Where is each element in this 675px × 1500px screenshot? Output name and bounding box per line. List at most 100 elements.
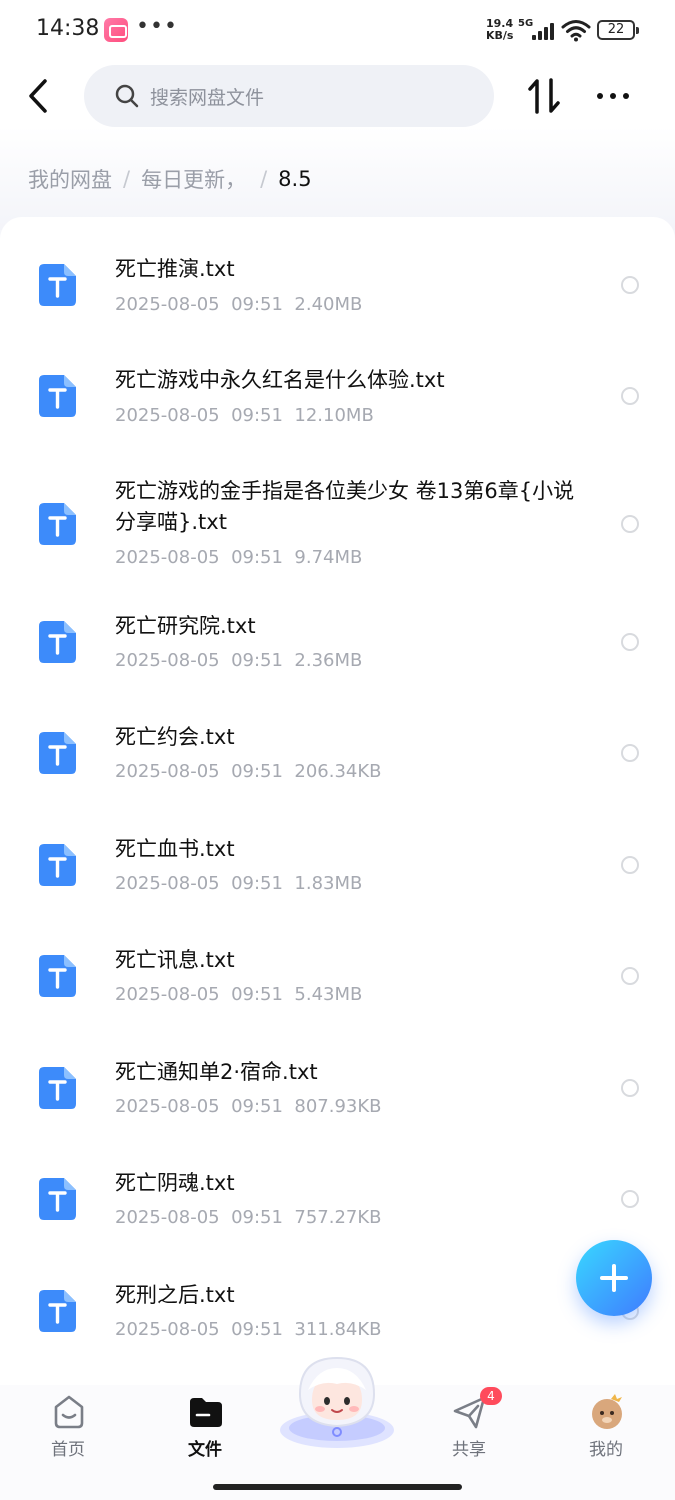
file-meta: 2025-08-05 09:51 1.83MB xyxy=(115,872,362,896)
more-notifications-icon: ••• xyxy=(136,14,178,39)
network-speed: 19.4 KB/s xyxy=(486,18,513,42)
status-time: 14:38 xyxy=(36,16,100,41)
network-speed-unit: KB/s xyxy=(486,29,514,42)
file-size: 5.43MB xyxy=(294,984,363,1005)
file-time: 09:51 xyxy=(231,873,283,894)
file-size: 757.27KB xyxy=(294,1207,382,1228)
wifi-icon xyxy=(561,20,591,42)
file-name: 死亡血书.txt xyxy=(115,837,235,861)
file-time: 09:51 xyxy=(231,1319,283,1340)
more-options-icon[interactable] xyxy=(593,78,633,114)
file-meta: 2025-08-05 09:51 206.34KB xyxy=(115,760,382,784)
file-name: 死亡讯息.txt xyxy=(115,948,235,972)
breadcrumb-separator: / xyxy=(123,167,131,191)
file-time: 09:51 xyxy=(231,294,283,315)
status-bar: 14:38 ••• 19.4 KB/s 5G 22 xyxy=(0,0,675,62)
file-date: 2025-08-05 xyxy=(115,294,220,315)
file-date: 2025-08-05 xyxy=(115,547,220,568)
nav-item-home[interactable]: 首页 xyxy=(23,1393,113,1463)
text-file-icon xyxy=(39,264,76,306)
share-badge: 4 xyxy=(480,1387,502,1405)
battery-indicator: 22 xyxy=(597,20,639,40)
breadcrumb: 我的网盘 / 每日更新， / 8.5 xyxy=(28,164,312,194)
file-name: 死亡阴魂.txt xyxy=(115,1171,235,1195)
text-file-icon xyxy=(39,1178,76,1220)
file-name: 死亡约会.txt xyxy=(115,725,235,749)
file-date: 2025-08-05 xyxy=(115,1319,220,1340)
file-date: 2025-08-05 xyxy=(115,405,220,426)
assistant-mascot-button[interactable] xyxy=(278,1354,396,1450)
nav-label-home: 首页 xyxy=(51,1440,85,1460)
file-name: 死亡推演.txt xyxy=(115,257,235,281)
file-meta: 2025-08-05 09:51 807.93KB xyxy=(115,1095,382,1119)
text-file-icon xyxy=(39,503,76,545)
text-file-icon xyxy=(39,732,76,774)
file-time: 09:51 xyxy=(231,650,283,671)
file-name: 死亡游戏中永久红名是什么体验.txt xyxy=(115,368,445,392)
app-notification-icon xyxy=(104,18,128,42)
nav-item-share[interactable]: 4 共享 xyxy=(424,1387,514,1463)
nav-item-files[interactable]: 文件 xyxy=(160,1393,250,1463)
file-date: 2025-08-05 xyxy=(115,761,220,782)
file-date: 2025-08-05 xyxy=(115,984,220,1005)
file-size: 807.93KB xyxy=(294,1096,382,1117)
file-name: 死亡研究院.txt xyxy=(115,614,256,638)
file-meta: 2025-08-05 09:51 2.40MB xyxy=(115,293,362,317)
file-size: 12.10MB xyxy=(294,405,374,426)
file-size: 311.84KB xyxy=(294,1319,382,1340)
select-checkbox[interactable] xyxy=(621,744,639,762)
avatar xyxy=(592,1394,622,1429)
search-placeholder: 搜索网盘文件 xyxy=(150,86,265,109)
signal-icon xyxy=(530,22,554,40)
breadcrumb-item-folder[interactable]: 每日更新， xyxy=(141,164,246,194)
file-list: 死亡推演.txt 2025-08-05 09:51 2.40MB 死亡游戏中永久… xyxy=(0,217,675,1397)
folder-icon xyxy=(190,1398,222,1427)
text-file-icon xyxy=(39,1067,76,1109)
select-checkbox[interactable] xyxy=(621,276,639,294)
file-time: 09:51 xyxy=(231,1207,283,1228)
select-checkbox[interactable] xyxy=(621,515,639,533)
breadcrumb-item-root[interactable]: 我的网盘 xyxy=(28,164,112,194)
home-icon xyxy=(54,1395,84,1429)
text-file-icon xyxy=(39,375,76,417)
file-name: 死亡游戏的金手指是各位美少女 卷13第6章{小说分享喵}.txt xyxy=(115,479,575,534)
select-checkbox[interactable] xyxy=(621,856,639,874)
text-file-icon xyxy=(39,1290,76,1332)
nav-label-mine: 我的 xyxy=(589,1440,623,1460)
file-time: 09:51 xyxy=(231,761,283,782)
text-file-icon xyxy=(39,621,76,663)
search-icon xyxy=(115,84,139,108)
file-name: 死亡通知单2·宿命.txt xyxy=(115,1060,318,1084)
select-checkbox[interactable] xyxy=(621,633,639,651)
file-meta: 2025-08-05 09:51 12.10MB xyxy=(115,404,374,428)
file-meta: 2025-08-05 09:51 9.74MB xyxy=(115,546,362,570)
file-size: 2.36MB xyxy=(294,650,363,671)
nav-item-mine[interactable]: 我的 xyxy=(561,1393,651,1463)
select-checkbox[interactable] xyxy=(621,387,639,405)
file-size: 206.34KB xyxy=(294,761,382,782)
add-button[interactable] xyxy=(576,1240,652,1316)
file-size: 2.40MB xyxy=(294,294,363,315)
file-meta: 2025-08-05 09:51 5.43MB xyxy=(115,983,362,1007)
file-name: 死刑之后.txt xyxy=(115,1283,235,1307)
file-time: 09:51 xyxy=(231,405,283,426)
file-size: 9.74MB xyxy=(294,547,363,568)
text-file-icon xyxy=(39,844,76,886)
nav-label-files: 文件 xyxy=(188,1440,222,1460)
file-date: 2025-08-05 xyxy=(115,1207,220,1228)
select-checkbox[interactable] xyxy=(621,1190,639,1208)
select-checkbox[interactable] xyxy=(621,1079,639,1097)
file-date: 2025-08-05 xyxy=(115,1096,220,1117)
file-date: 2025-08-05 xyxy=(115,873,220,894)
breadcrumb-separator: / xyxy=(260,167,268,191)
home-indicator xyxy=(213,1484,462,1490)
back-button[interactable] xyxy=(20,76,60,116)
select-checkbox[interactable] xyxy=(621,967,639,985)
nav-label-share: 共享 xyxy=(452,1440,486,1460)
text-file-icon xyxy=(39,955,76,997)
file-meta: 2025-08-05 09:51 311.84KB xyxy=(115,1318,382,1342)
search-input[interactable]: 搜索网盘文件 xyxy=(84,65,494,127)
sort-icon[interactable] xyxy=(524,76,564,116)
breadcrumb-current: 8.5 xyxy=(278,167,312,191)
file-date: 2025-08-05 xyxy=(115,650,220,671)
